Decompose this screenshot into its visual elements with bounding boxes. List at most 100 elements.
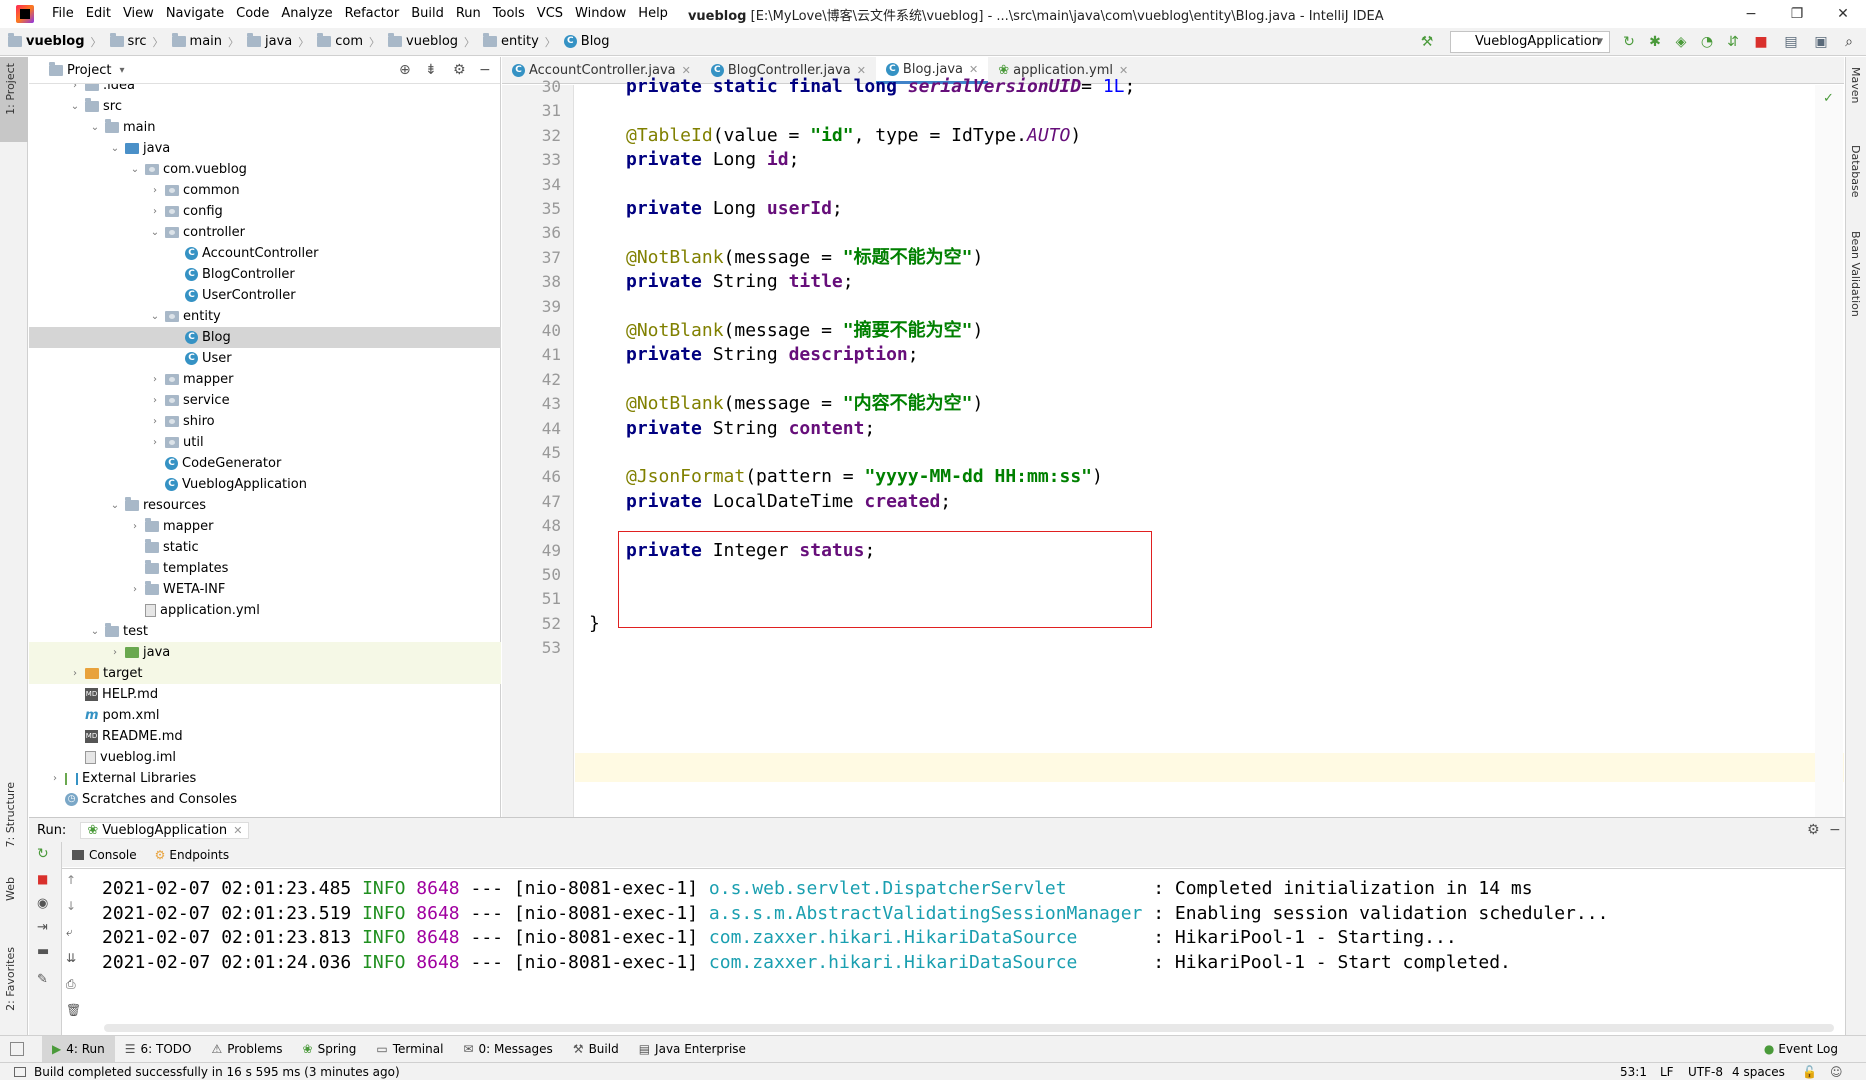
gear-icon[interactable]: ⚙ xyxy=(1807,822,1820,838)
event-log-button[interactable]: ● Event Log xyxy=(1764,1042,1838,1056)
favorites-tool-tab[interactable]: 2: Favorites xyxy=(4,947,17,1011)
hide-panel-icon[interactable]: − xyxy=(1829,822,1841,838)
web-tool-tab[interactable]: Web xyxy=(4,877,17,901)
chevron-down-icon[interactable]: ⌄ xyxy=(129,159,141,180)
print-icon[interactable]: ⎙ xyxy=(66,977,76,992)
tree-item[interactable]: › target xyxy=(69,663,143,684)
tree-item[interactable]: C AccountController xyxy=(169,243,318,264)
database-tool-tab[interactable]: Database xyxy=(1849,145,1862,198)
menu-item-navigate[interactable]: Navigate xyxy=(160,0,230,28)
menu-item-file[interactable]: File xyxy=(46,0,80,28)
bottom-tab[interactable]: ▭ Terminal xyxy=(366,1036,453,1063)
lock-icon[interactable]: 🔓 xyxy=(1802,1065,1817,1079)
hide-panel-icon[interactable]: − xyxy=(479,62,491,78)
inspector-icon[interactable]: ☺ xyxy=(1830,1065,1843,1079)
bottom-tab[interactable]: ✉ 0: Messages xyxy=(453,1036,562,1063)
pin-icon[interactable]: ✎ xyxy=(37,972,48,987)
breadcrumb-item[interactable]: vueblog 〉 xyxy=(8,33,102,50)
code-editor[interactable]: private static final long serialVersionU… xyxy=(575,76,1844,817)
tree-item[interactable]: › shiro xyxy=(149,411,215,432)
chevron-right-icon[interactable]: › xyxy=(129,579,141,600)
breadcrumb-item[interactable]: vueblog 〉 xyxy=(388,33,475,50)
line-separator[interactable]: LF xyxy=(1660,1065,1674,1079)
tree-item[interactable]: MD README.md xyxy=(69,726,183,747)
tree-item[interactable]: ⌄ src xyxy=(69,96,122,117)
tree-item[interactable]: C Blog xyxy=(169,327,231,348)
chevron-right-icon[interactable]: › xyxy=(149,369,161,390)
status-panel-icon[interactable] xyxy=(14,1066,26,1077)
menu-item-vcs[interactable]: VCS xyxy=(531,0,569,28)
rerun-icon[interactable]: ↻ xyxy=(37,846,49,862)
bean-validation-tool-tab[interactable]: Bean Validation xyxy=(1849,231,1862,317)
tree-item[interactable]: ⌄ main xyxy=(89,117,155,138)
bottom-tab[interactable]: ▶ 4: Run xyxy=(42,1035,115,1063)
chevron-right-icon[interactable]: › xyxy=(69,84,81,96)
project-view-selector[interactable]: Project xyxy=(67,63,111,78)
menu-item-window[interactable]: Window xyxy=(569,0,632,28)
file-encoding[interactable]: UTF-8 xyxy=(1688,1065,1723,1079)
tree-item[interactable]: templates xyxy=(129,558,228,579)
chevron-down-icon[interactable]: ▾ xyxy=(119,65,124,76)
maximize-button[interactable]: ❐ xyxy=(1774,0,1820,28)
tree-item[interactable]: MD HELP.md xyxy=(69,684,158,705)
bottom-tab[interactable]: ⚠ Problems xyxy=(201,1036,292,1063)
tree-item[interactable]: ⌄ controller xyxy=(149,222,245,243)
tree-item[interactable]: m pom.xml xyxy=(69,705,160,726)
breadcrumb-item[interactable]: C Blog xyxy=(563,34,610,50)
tree-item[interactable]: application.yml xyxy=(129,600,260,621)
console-horizontal-scrollbar[interactable] xyxy=(104,1024,1834,1032)
tree-item[interactable]: C VueblogApplication xyxy=(149,474,307,495)
status-message[interactable]: Build completed successfully in 16 s 595… xyxy=(34,1065,400,1079)
locate-file-icon[interactable]: ⊕ xyxy=(399,62,411,78)
structure-tool-tab[interactable]: 7: Structure xyxy=(4,782,17,847)
menu-item-edit[interactable]: Edit xyxy=(80,0,117,28)
chevron-down-icon[interactable]: ⌄ xyxy=(149,306,161,327)
coverage-icon[interactable]: ◈ xyxy=(1672,33,1690,51)
chevron-right-icon[interactable]: › xyxy=(49,768,61,789)
caret-position[interactable]: 53:1 xyxy=(1620,1065,1647,1079)
build-hammer-icon[interactable]: ⚒ xyxy=(1418,33,1436,51)
tree-item[interactable]: › mapper xyxy=(129,516,213,537)
collapse-all-icon[interactable]: ⇟ xyxy=(425,62,437,78)
tree-item[interactable]: › util xyxy=(149,432,204,453)
tree-item[interactable]: ⌄ test xyxy=(89,621,148,642)
tree-item[interactable]: › service xyxy=(149,390,230,411)
chevron-right-icon[interactable]: › xyxy=(129,516,141,537)
run-config-tab[interactable]: ❀ VueblogApplication ✕ xyxy=(80,821,250,839)
tree-item[interactable]: ⌄ resources xyxy=(109,495,206,516)
tree-item[interactable]: ◷ Scratches and Consoles xyxy=(49,789,237,810)
tree-item[interactable]: C UserController xyxy=(169,285,296,306)
chevron-down-icon[interactable]: ⌄ xyxy=(109,495,121,516)
menu-item-help[interactable]: Help xyxy=(632,0,674,28)
scroll-up-icon[interactable]: ↑ xyxy=(66,873,76,887)
tree-item[interactable]: C BlogController xyxy=(169,264,295,285)
bottom-tab[interactable]: ⚒ Build xyxy=(563,1036,629,1063)
breadcrumb-item[interactable]: com 〉 xyxy=(317,33,380,50)
menu-item-refactor[interactable]: Refactor xyxy=(339,0,406,28)
menu-item-analyze[interactable]: Analyze xyxy=(275,0,338,28)
close-window-button[interactable]: ✕ xyxy=(1820,0,1866,28)
debug-icon[interactable]: ✱ xyxy=(1646,33,1664,51)
scroll-to-end-icon[interactable]: ⇊ xyxy=(66,951,76,965)
search-icon[interactable]: ⌕ xyxy=(1840,33,1858,51)
chevron-right-icon[interactable]: › xyxy=(149,180,161,201)
stop-icon[interactable]: ■ xyxy=(37,872,48,886)
menu-item-run[interactable]: Run xyxy=(450,0,487,28)
chevron-right-icon[interactable]: › xyxy=(149,390,161,411)
close-icon[interactable]: ✕ xyxy=(233,824,242,837)
console-output[interactable]: ↑ ↓ ⤶ ⇊ ⎙ 🗑 2021-02-07 02:01:23.485 INFO… xyxy=(62,868,1845,1035)
chevron-right-icon[interactable]: › xyxy=(149,411,161,432)
tree-item[interactable]: › java xyxy=(109,642,170,663)
inspection-ok-icon[interactable]: ✓ xyxy=(1823,91,1834,106)
reload-classes-icon[interactable]: ⇵ xyxy=(1724,33,1742,51)
chevron-right-icon[interactable]: › xyxy=(109,642,121,663)
breadcrumb-item[interactable]: entity 〉 xyxy=(483,33,556,50)
menu-item-code[interactable]: Code xyxy=(230,0,275,28)
menu-item-view[interactable]: View xyxy=(117,0,160,28)
camera-icon[interactable]: ◉ xyxy=(37,896,48,911)
chevron-right-icon[interactable]: › xyxy=(149,201,161,222)
chevron-right-icon[interactable]: › xyxy=(149,432,161,453)
tree-item[interactable]: ⌄ com.vueblog xyxy=(129,159,247,180)
soft-wrap-icon[interactable]: ⤶ xyxy=(66,925,73,940)
project-structure-icon[interactable]: ▤ xyxy=(1782,33,1800,51)
